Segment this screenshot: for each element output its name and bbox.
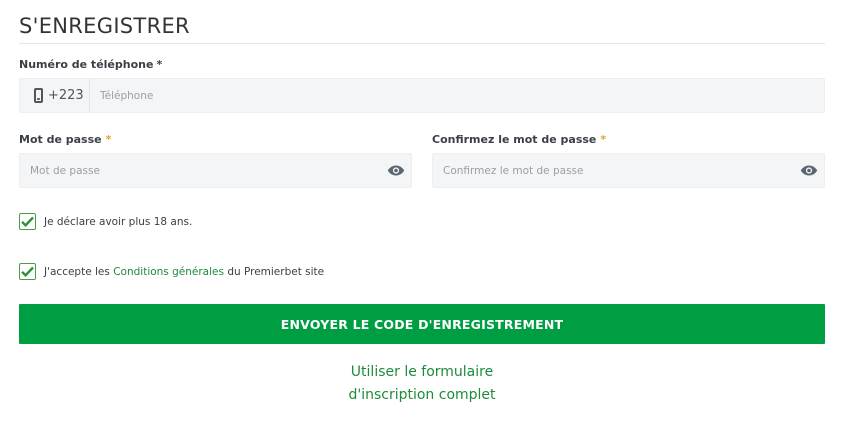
confirm-password-field xyxy=(432,153,825,188)
send-registration-code-button[interactable]: ENVOYER LE CODE D'ENREGISTREMENT xyxy=(19,304,825,344)
confirm-password-label: Confirmez le mot de passe * xyxy=(432,133,606,146)
password-input[interactable] xyxy=(30,154,380,187)
age-checkbox-label: Je déclare avoir plus 18 ans. xyxy=(44,215,193,228)
phone-prefix[interactable]: +223 xyxy=(20,79,90,112)
terms-checkbox[interactable] xyxy=(19,263,36,280)
phone-input[interactable] xyxy=(100,79,810,112)
password-field xyxy=(19,153,412,188)
checkmark-icon xyxy=(21,266,34,277)
phone-field: +223 xyxy=(19,78,825,113)
confirm-password-input[interactable] xyxy=(443,154,793,187)
phone-label-text: Numéro de téléphone xyxy=(19,58,154,71)
full-form-link-line2: d'inscription complet xyxy=(348,387,496,403)
age-confirmation-row: Je déclare avoir plus 18 ans. xyxy=(19,213,192,230)
phone-label: Numéro de téléphone * xyxy=(19,58,162,71)
mobile-phone-icon xyxy=(34,88,43,103)
title-divider xyxy=(19,43,825,44)
terms-row: J'accepte les Conditions générales du Pr… xyxy=(19,263,324,280)
full-registration-form-link[interactable]: Utiliser le formulaire d'inscription com… xyxy=(19,361,825,407)
terms-text-after: du Premierbet site xyxy=(227,265,325,278)
password-label: Mot de passe * xyxy=(19,133,111,146)
show-confirm-password-eye-icon[interactable] xyxy=(800,164,818,177)
phone-required-mark: * xyxy=(156,58,163,71)
confirm-password-required-mark: * xyxy=(600,133,607,146)
terms-checkbox-label: J'accepte les Conditions générales du Pr… xyxy=(44,266,324,278)
terms-conditions-link[interactable]: Conditions générales xyxy=(113,266,224,278)
full-form-link-line1: Utiliser le formulaire xyxy=(350,364,494,380)
password-required-mark: * xyxy=(105,133,112,146)
terms-text-before: J'accepte les xyxy=(44,265,110,278)
show-password-eye-icon[interactable] xyxy=(387,164,405,177)
phone-country-code: +223 xyxy=(48,88,84,103)
age-checkbox[interactable] xyxy=(19,213,36,230)
page-title: S'ENREGISTRER xyxy=(19,14,190,38)
confirm-password-label-text: Confirmez le mot de passe xyxy=(432,133,597,146)
checkmark-icon xyxy=(21,216,34,227)
password-label-text: Mot de passe xyxy=(19,133,102,146)
